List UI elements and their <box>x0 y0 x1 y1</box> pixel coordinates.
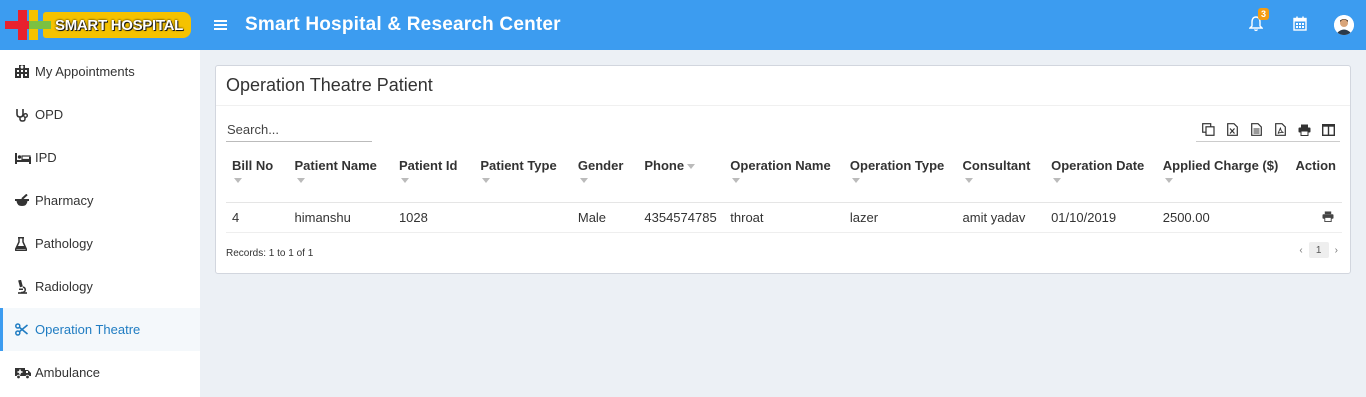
cell-action <box>1289 202 1342 233</box>
stethoscope-icon <box>15 108 35 122</box>
pagination: ‹ 1 › <box>1299 242 1338 258</box>
sidebar-item-label: Pathology <box>35 236 93 251</box>
mortar-pestle-icon <box>15 194 35 207</box>
sidebar-item-label: My Appointments <box>35 64 135 79</box>
table-row: 4 himanshu 1028 Male 4354574785 throat l… <box>226 202 1342 233</box>
hospital-icon <box>15 65 35 78</box>
sidebar-item-label: OPD <box>35 107 64 122</box>
flask-icon <box>15 236 35 251</box>
column-header-action: Action <box>1289 148 1342 203</box>
app-title: Smart Hospital & Research Center <box>245 14 561 35</box>
excel-icon[interactable] <box>1220 119 1244 141</box>
sidebar-item-pathology[interactable]: Pathology <box>0 222 200 265</box>
scissors-icon <box>15 323 35 336</box>
column-header-consultant[interactable]: Consultant <box>956 148 1046 203</box>
column-header-operation-name[interactable]: Operation Name <box>724 148 844 203</box>
column-header-patient-type[interactable]: Patient Type <box>474 148 572 203</box>
copy-icon[interactable] <box>1196 119 1220 141</box>
column-header-phone[interactable]: Phone <box>638 148 725 203</box>
table-header-row: Bill No Patient Name Patient Id Patient … <box>226 148 1342 203</box>
page-title: Operation Theatre Patient <box>226 75 433 95</box>
column-header-operation-type[interactable]: Operation Type <box>843 148 957 203</box>
column-header-bill-no[interactable]: Bill No <box>226 148 289 203</box>
cell-operation-type: lazer <box>843 202 957 233</box>
print-bill-icon[interactable] <box>1322 210 1334 225</box>
export-toolbar <box>1196 118 1340 142</box>
sidebar-item-radiology[interactable]: Radiology <box>0 265 200 308</box>
operation-theatre-panel: Operation Theatre Patient Search... Bill… <box>215 65 1351 274</box>
calendar-icon <box>1293 16 1307 34</box>
user-menu-button[interactable] <box>1322 0 1366 50</box>
search-input[interactable]: Search... <box>226 118 372 142</box>
sidebar-item-label: Radiology <box>35 279 93 294</box>
sidebar-item-ambulance[interactable]: Ambulance <box>0 351 200 394</box>
sidebar-item-label: Pharmacy <box>35 193 94 208</box>
notifications-button[interactable]: 3 <box>1234 0 1278 50</box>
sidebar-item-my-appointments[interactable]: My Appointments <box>0 50 200 93</box>
patients-table: Bill No Patient Name Patient Id Patient … <box>226 148 1342 233</box>
cell-patient-type <box>474 202 572 233</box>
columns-icon[interactable] <box>1316 119 1340 141</box>
column-header-patient-id[interactable]: Patient Id <box>392 148 475 203</box>
sidebar-item-ipd[interactable]: IPD <box>0 136 200 179</box>
top-navbar: SMART HOSPITAL Smart Hospital & Research… <box>0 0 1366 50</box>
cell-operation-date: 01/10/2019 <box>1045 202 1157 233</box>
logo-cross-icon <box>5 10 51 40</box>
cell-bill-no: 4 <box>226 202 289 233</box>
column-header-operation-date[interactable]: Operation Date <box>1045 148 1157 203</box>
menu-icon[interactable] <box>214 15 234 36</box>
sidebar-item-pharmacy[interactable]: Pharmacy <box>0 179 200 222</box>
cell-gender: Male <box>571 202 639 233</box>
column-header-gender[interactable]: Gender <box>571 148 639 203</box>
cell-patient-id: 1028 <box>392 202 475 233</box>
ambulance-icon <box>15 367 35 379</box>
records-info: Records: 1 to 1 of 1 <box>226 248 314 259</box>
logo-text: SMART HOSPITAL <box>55 16 184 34</box>
notification-badge: 3 <box>1258 8 1270 20</box>
logo[interactable]: SMART HOSPITAL <box>0 0 200 50</box>
bed-icon <box>15 152 35 164</box>
cell-phone: 4354574785 <box>638 202 725 233</box>
cell-applied-charge: 2500.00 <box>1156 202 1290 233</box>
pagination-prev-button[interactable]: ‹ <box>1299 245 1302 256</box>
sidebar-item-opd[interactable]: OPD <box>0 93 200 136</box>
csv-icon[interactable] <box>1244 119 1268 141</box>
sidebar-item-label: IPD <box>35 150 57 165</box>
print-icon[interactable] <box>1292 119 1316 141</box>
pagination-page-1[interactable]: 1 <box>1308 242 1329 258</box>
pagination-next-button[interactable]: › <box>1335 245 1338 256</box>
sidebar-item-operation-theatre[interactable]: Operation Theatre <box>0 308 200 351</box>
sidebar: My Appointments OPD IPD Pharmacy Patholo… <box>0 50 200 397</box>
sidebar-item-label: Operation Theatre <box>35 322 141 337</box>
user-avatar <box>1334 15 1354 35</box>
cell-patient-name: himanshu <box>288 202 393 233</box>
calendar-button[interactable] <box>1278 0 1322 50</box>
column-header-patient-name[interactable]: Patient Name <box>288 148 393 203</box>
microscope-icon <box>15 279 35 294</box>
cell-operation-name: throat <box>724 202 844 233</box>
column-header-applied-charge[interactable]: Applied Charge ($) <box>1156 148 1290 203</box>
sidebar-item-label: Ambulance <box>35 365 101 380</box>
pdf-icon[interactable] <box>1268 119 1292 141</box>
cell-consultant: amit yadav <box>956 202 1046 233</box>
